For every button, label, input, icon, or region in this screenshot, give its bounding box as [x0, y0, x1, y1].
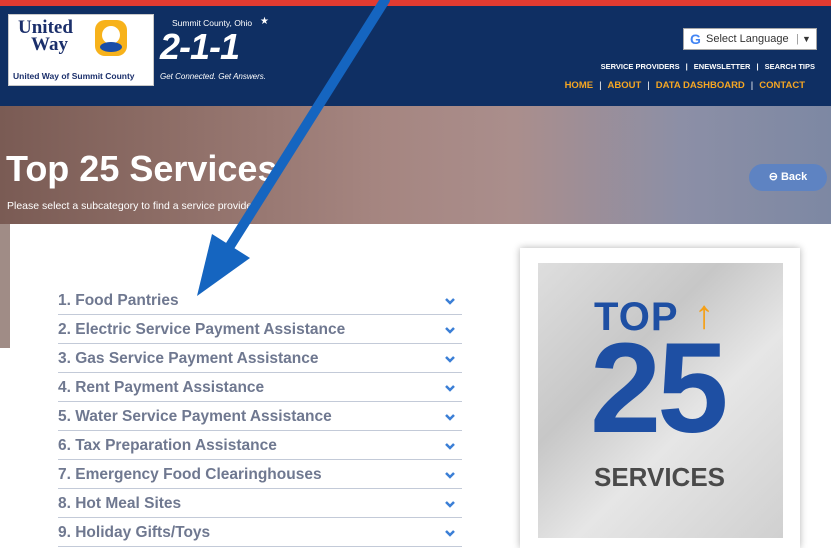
back-button-label: Back: [780, 171, 808, 183]
accordion-item[interactable]: 3. Gas Service Payment Assistance: [58, 345, 462, 373]
united-way-hand-icon: [95, 20, 127, 56]
top25-card: TOP ↑ 25 SERVICES: [520, 248, 800, 548]
accordion-item[interactable]: 5. Water Service Payment Assistance: [58, 403, 462, 431]
chevron-down-icon: [445, 327, 455, 334]
nav-separator: |: [599, 80, 602, 91]
accordion-item-label: 2. Electric Service Payment Assistance: [58, 321, 346, 338]
star-icon: ★: [260, 16, 269, 27]
services-accordion: 1. Food Pantries 2. Electric Service Pay…: [58, 287, 462, 548]
secondary-nav: SERVICE PROVIDERS | ENEWSLETTER | SEARCH…: [601, 62, 815, 71]
nav-contact[interactable]: CONTACT: [759, 80, 805, 91]
chevron-down-icon: [445, 356, 455, 363]
accordion-item[interactable]: 6. Tax Preparation Assistance: [58, 432, 462, 460]
nav-separator: |: [756, 62, 759, 71]
chevron-down-icon: [445, 443, 455, 450]
accordion-item[interactable]: 8. Hot Meal Sites: [58, 490, 462, 518]
chevron-down-icon: [445, 501, 455, 508]
poster-services-label: SERVICES: [594, 462, 726, 492]
chevron-down-icon: [445, 472, 455, 479]
accordion-item-label: 6. Tax Preparation Assistance: [58, 437, 277, 454]
logo-211-tagline: Get Connected. Get Answers.: [160, 72, 266, 81]
accordion-item[interactable]: 7. Emergency Food Clearinghouses: [58, 461, 462, 489]
accordion-item[interactable]: 1. Food Pantries: [58, 287, 462, 315]
accordion-item-label: 5. Water Service Payment Assistance: [58, 408, 332, 425]
back-arrow-icon: ⊖: [768, 171, 778, 183]
nav-service-providers[interactable]: SERVICE PROVIDERS: [601, 62, 680, 71]
language-select-label: Select Language: [706, 33, 789, 45]
hero-banner: Top 25 Services Please select a subcateg…: [0, 106, 831, 224]
page-title: Top 25 Services: [6, 148, 278, 189]
accordion-item-label: 9. Holiday Gifts/Toys: [58, 524, 211, 541]
accordion-item-label: 1. Food Pantries: [58, 292, 179, 309]
nav-about[interactable]: ABOUT: [608, 80, 642, 91]
dropdown-arrow-icon: ▼: [802, 34, 811, 44]
united-way-logo[interactable]: United Way United Way of Summit County: [8, 14, 154, 86]
logo-211-number: 2-1-1: [160, 26, 240, 67]
poster-number: 25: [590, 317, 728, 460]
nav-home[interactable]: HOME: [565, 80, 594, 91]
primary-nav: HOME | ABOUT | DATA DASHBOARD | CONTACT: [565, 80, 805, 91]
language-select-separator: |: [796, 33, 799, 45]
accordion-item-label: 3. Gas Service Payment Assistance: [58, 350, 319, 367]
accordion-item-label: 8. Hot Meal Sites: [58, 495, 182, 512]
site-header: United Way United Way of Summit County S…: [0, 6, 831, 106]
accordion-item-label: 4. Rent Payment Assistance: [58, 379, 265, 396]
uw-name-line2: Way: [31, 34, 68, 55]
chevron-down-icon: [445, 385, 455, 392]
nav-separator: |: [685, 62, 688, 71]
nav-data-dashboard[interactable]: DATA DASHBOARD: [656, 80, 745, 91]
google-icon: G: [690, 31, 701, 47]
united-way-wordmark: United Way: [18, 18, 78, 55]
page-subtitle: Please select a subcategory to find a se…: [7, 200, 258, 212]
nav-separator: |: [750, 80, 754, 91]
chevron-down-icon: [445, 414, 455, 421]
nav-enewsletter[interactable]: ENEWSLETTER: [694, 62, 751, 71]
chevron-down-icon: [445, 530, 455, 537]
chevron-down-icon: [445, 298, 455, 305]
nav-separator: |: [647, 80, 650, 91]
united-way-subtitle: United Way of Summit County: [13, 71, 135, 81]
accordion-item-label: 7. Emergency Food Clearinghouses: [58, 466, 322, 483]
accordion-item[interactable]: 2. Electric Service Payment Assistance: [58, 316, 462, 344]
left-background-band: [0, 224, 10, 348]
accordion-item[interactable]: 4. Rent Payment Assistance: [58, 374, 462, 402]
logo-211[interactable]: Summit County, Ohio ★ 2-1-1 Get Connecte…: [160, 16, 280, 98]
language-select[interactable]: G Select Language | ▼: [683, 28, 817, 50]
top25-poster-image: TOP ↑ 25 SERVICES: [538, 263, 783, 538]
back-button[interactable]: ⊖ Back: [749, 164, 827, 191]
nav-search-tips[interactable]: SEARCH TIPS: [765, 62, 815, 71]
accordion-item[interactable]: 9. Holiday Gifts/Toys: [58, 519, 462, 547]
